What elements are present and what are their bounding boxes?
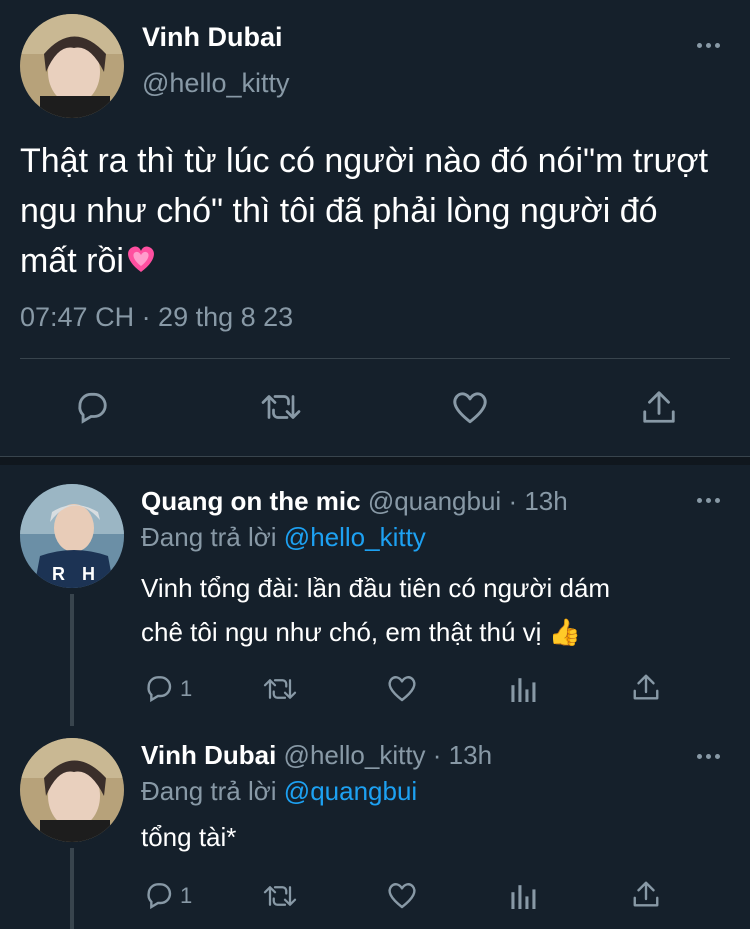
mention-link[interactable]: @quangbui — [284, 776, 417, 806]
replying-to: Đang trả lời @quangbui — [141, 776, 417, 807]
tweet-text: Thật ra thì từ lúc có người nào đó nói"m… — [20, 136, 720, 288]
author-handle[interactable]: @hello_kitty — [284, 740, 426, 770]
author-name[interactable]: Quang on the mic — [141, 486, 361, 516]
replying-to: Đang trả lời @hello_kitty — [141, 522, 426, 553]
more-options-icon[interactable] — [697, 754, 720, 759]
svg-text:H: H — [82, 564, 95, 584]
replying-label: Đang trả lời — [141, 522, 277, 552]
reply-text-line: chê tôi ngu như chó, em thật thú vị 👍 — [141, 617, 582, 647]
heart-emoji — [124, 238, 158, 288]
tweet-timestamp[interactable]: 07:47 CH · 29 thg 8 23 — [20, 302, 293, 333]
share-icon[interactable] — [641, 388, 677, 426]
thread-line — [70, 594, 74, 726]
divider — [20, 358, 730, 359]
retweet-icon[interactable] — [262, 674, 298, 704]
retweet-icon[interactable] — [260, 389, 302, 425]
share-icon[interactable] — [632, 672, 660, 702]
mention-link[interactable]: @hello_kitty — [284, 522, 426, 552]
avatar[interactable]: R H — [20, 484, 124, 588]
section-divider — [0, 456, 750, 465]
reply-time[interactable]: · 13h — [433, 740, 492, 770]
author-name[interactable]: Vinh Dubai — [142, 22, 283, 53]
svg-text:R: R — [52, 564, 65, 584]
share-icon[interactable] — [632, 879, 660, 909]
reply-icon[interactable] — [142, 672, 174, 704]
analytics-icon[interactable] — [510, 674, 538, 702]
reply-icon[interactable] — [142, 879, 174, 911]
reply-header: Quang on the mic @quangbui · 13h — [141, 486, 568, 517]
reply-text: Vinh tổng đài: lần đầu tiên có người dám… — [141, 566, 721, 654]
reply-icon[interactable] — [72, 388, 110, 426]
reply-text: tổng tài* — [141, 822, 237, 852]
avatar[interactable] — [20, 738, 124, 842]
reply-header: Vinh Dubai @hello_kitty · 13h — [141, 740, 492, 771]
replying-label: Đang trả lời — [141, 776, 277, 806]
retweet-icon[interactable] — [262, 881, 298, 911]
reply-text-line: Vinh tổng đài: lần đầu tiên có người dám — [141, 573, 611, 603]
avatar[interactable] — [20, 14, 124, 118]
more-options-icon[interactable] — [697, 498, 720, 503]
thumbs-up-emoji: 👍 — [548, 617, 582, 647]
reply-time[interactable]: · 13h — [508, 486, 567, 516]
like-icon[interactable] — [386, 673, 418, 703]
author-handle[interactable]: @quangbui — [368, 486, 501, 516]
like-icon[interactable] — [386, 880, 418, 910]
like-icon[interactable] — [450, 389, 490, 425]
author-handle[interactable]: @hello_kitty — [142, 68, 289, 99]
thread-line — [70, 848, 74, 929]
author-name[interactable]: Vinh Dubai — [141, 740, 276, 770]
reply-count: 1 — [180, 676, 193, 701]
analytics-icon[interactable] — [510, 881, 538, 909]
reply-count: 1 — [180, 883, 193, 908]
more-options-icon[interactable] — [697, 43, 720, 48]
